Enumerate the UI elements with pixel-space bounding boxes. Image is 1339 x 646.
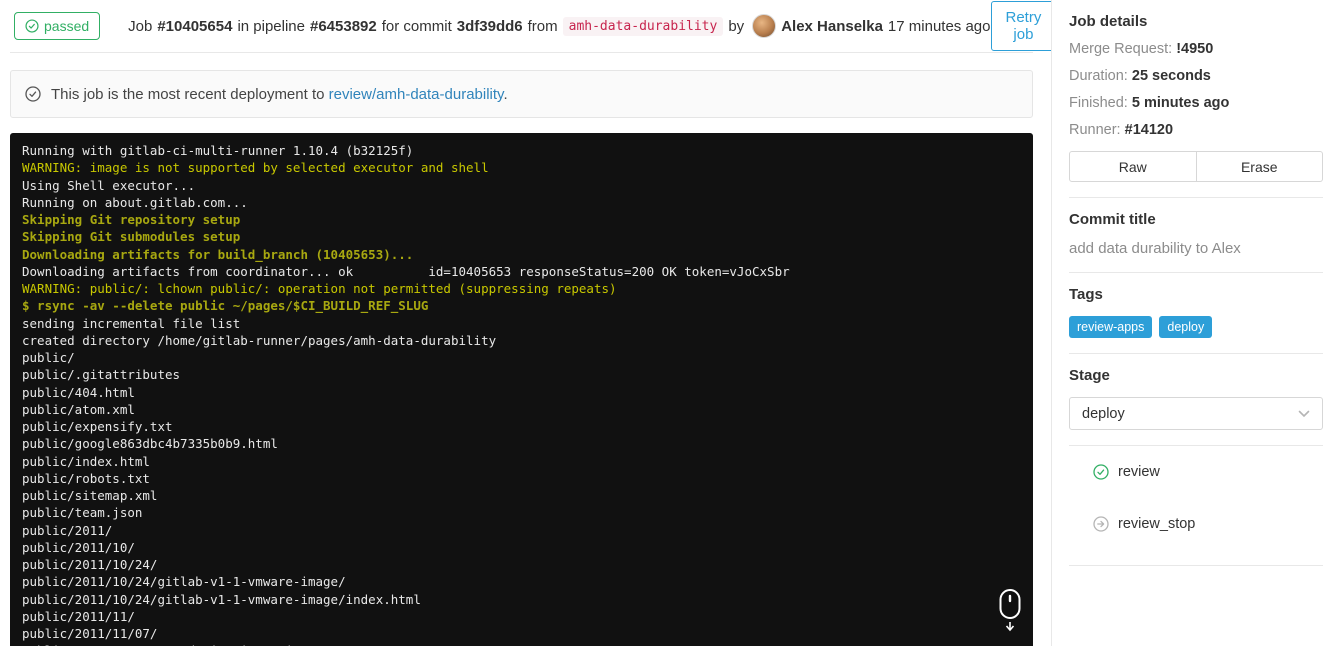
- stage-selected-value: deploy: [1082, 405, 1125, 422]
- trace-actions: Raw Erase: [1069, 151, 1323, 182]
- log-line: public/2011/10/24/gitlab-v1-1-vmware-ima…: [22, 591, 421, 607]
- duration-value: 25 seconds: [1131, 68, 1211, 84]
- log-line: public/team.json: [22, 505, 143, 521]
- finished-value: 5 minutes ago: [1131, 95, 1230, 111]
- log-line: Skipping Git submodules setup: [22, 229, 241, 245]
- tags-heading: Tags: [1069, 286, 1103, 303]
- log-line: WARNING: public/: lchown public/: operat…: [22, 281, 617, 296]
- job-details-title: Job details: [1069, 13, 1148, 30]
- log-line: public/404.html: [22, 384, 135, 400]
- raw-button[interactable]: Raw: [1069, 151, 1197, 182]
- commit-title-section: Commit title add data durability to Alex: [1069, 198, 1323, 273]
- mouse-scroll-down-icon: [999, 589, 1021, 632]
- log-line: $ rsync -av --delete public ~/pages/$CI_…: [22, 298, 429, 314]
- notice-text-after: .: [503, 85, 508, 103]
- job-sentence: Job #10405654 in pipeline #6453892 for c…: [128, 14, 991, 38]
- log-line: public/sitemap.xml: [22, 488, 158, 503]
- stage-heading: Stage: [1069, 367, 1110, 384]
- log-line: WARNING: image is not supported by selec…: [22, 160, 489, 176]
- log-lines: Running with gitlab-ci-multi-runner 1.10…: [22, 142, 1021, 646]
- log-line: public/2011/: [22, 522, 113, 538]
- log-line: Skipping Git repository setup: [22, 212, 241, 227]
- scroll-down-button[interactable]: [993, 588, 1027, 634]
- notice-text-before: This job is the most recent deployment t…: [51, 85, 329, 103]
- log-line: public/google863dbc4b7335b0b9.html: [22, 436, 278, 452]
- stage-job-name: review_stop: [1118, 516, 1196, 532]
- log-line: public/robots.txt: [22, 470, 150, 486]
- stage-section: Stage deploy: [1069, 354, 1323, 446]
- merge-request-value[interactable]: !4950: [1176, 41, 1213, 57]
- log-line: Using Shell executor...: [22, 177, 196, 193]
- retry-job-button[interactable]: Retry job: [990, 1, 1057, 51]
- branch-ref-label[interactable]: amh-data-durability: [562, 16, 724, 36]
- log-line: public/2011/11/: [22, 608, 135, 624]
- stage-select[interactable]: deploy: [1069, 397, 1323, 430]
- stage-jobs-list: review review_stop: [1069, 446, 1323, 566]
- finished-label: Finished:: [1069, 95, 1132, 111]
- by-label: by: [728, 17, 745, 35]
- runner-label: Runner:: [1069, 122, 1125, 138]
- job-status-manual-icon: [1093, 516, 1109, 532]
- tags-section: Tags review-apps deploy: [1069, 273, 1323, 354]
- commit-sha[interactable]: 3df39dd6: [457, 18, 523, 35]
- from-label: from: [527, 17, 558, 35]
- pipeline-id[interactable]: #6453892: [310, 18, 377, 35]
- job-details-section: Job details Merge Request: !4950 Duratio…: [1069, 0, 1323, 198]
- author-name[interactable]: Alex Hanselka: [781, 18, 883, 35]
- log-line: public/2011/10/24/: [22, 557, 158, 572]
- duration-row: Duration: 25 seconds: [1069, 68, 1323, 84]
- log-line: public/atom.xml: [22, 401, 135, 417]
- time-ago: 17 minutes ago: [887, 17, 991, 35]
- log-line: public/index.html: [22, 453, 150, 469]
- log-line: public/2011/10/24/gitlab-v1-1-vmware-ima…: [22, 574, 346, 590]
- merge-request-row: Merge Request: !4950: [1069, 41, 1323, 57]
- erase-button[interactable]: Erase: [1196, 151, 1323, 182]
- job-status-passed-icon: [1093, 464, 1109, 480]
- commit-title-text: add data durability to Alex: [1069, 240, 1241, 257]
- runner-row: Runner: #14120: [1069, 122, 1323, 138]
- status-label: passed: [44, 18, 90, 34]
- avatar[interactable]: [752, 14, 777, 38]
- log-line: public/: [22, 350, 75, 365]
- log-line: public/2011/11/07/new-design-is-coming/: [22, 642, 1021, 646]
- log-line: public/.gitattributes: [22, 367, 181, 383]
- log-line: public/expensify.txt: [22, 419, 173, 434]
- log-line: Running on about.gitlab.com...: [22, 194, 248, 210]
- build-trace-terminal: Running with gitlab-ci-multi-runner 1.10…: [10, 133, 1033, 646]
- environment-link[interactable]: review/amh-data-durability: [329, 86, 504, 103]
- log-line: public/2011/11/07/: [22, 626, 158, 641]
- job-sidebar: Job details Merge Request: !4950 Duratio…: [1051, 0, 1339, 646]
- commit-title-heading: Commit title: [1069, 211, 1156, 228]
- pipeline-label: in pipeline: [237, 17, 305, 35]
- log-line: Running with gitlab-ci-multi-runner 1.10…: [22, 143, 414, 158]
- deployment-notice-text: This job is the most recent deployment t…: [51, 86, 508, 103]
- log-line: public/2011/10/: [22, 539, 135, 555]
- deployment-notice: This job is the most recent deployment t…: [10, 70, 1033, 118]
- runner-value: #14120: [1124, 122, 1174, 138]
- stage-job-review-stop[interactable]: review_stop: [1069, 498, 1323, 550]
- stage-job-name: review: [1118, 464, 1160, 480]
- merge-request-label: Merge Request:: [1069, 41, 1177, 57]
- log-line: Downloading artifacts for build_branch (…: [22, 246, 414, 262]
- log-line: sending incremental file list: [22, 315, 241, 331]
- job-header: passed Job #10405654 in pipeline #645389…: [10, 0, 1057, 53]
- tag-badge[interactable]: review-apps: [1069, 316, 1153, 338]
- chevron-down-icon: [1298, 410, 1310, 418]
- status-badge[interactable]: passed: [14, 12, 101, 40]
- duration-label: Duration:: [1069, 68, 1132, 84]
- tag-list: review-apps deploy: [1069, 316, 1323, 338]
- stage-job-review[interactable]: review: [1069, 446, 1323, 498]
- log-line: created directory /home/gitlab-runner/pa…: [22, 332, 497, 348]
- tag-badge[interactable]: deploy: [1159, 316, 1213, 338]
- check-circle-icon: [25, 19, 39, 33]
- job-id: #10405654: [157, 17, 233, 35]
- log-line: Downloading artifacts from coordinator..…: [22, 263, 790, 279]
- commit-label: for commit: [381, 17, 452, 35]
- finished-row: Finished: 5 minutes ago: [1069, 95, 1323, 111]
- job-label: Job: [128, 17, 153, 35]
- deployment-check-icon: [25, 86, 41, 102]
